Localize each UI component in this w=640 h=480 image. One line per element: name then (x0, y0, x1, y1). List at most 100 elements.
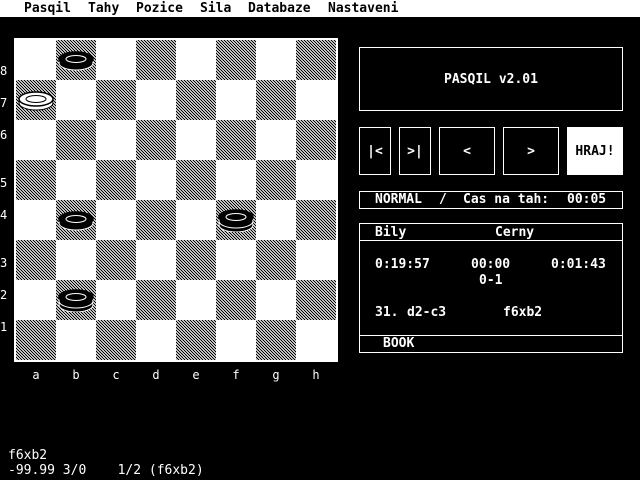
king-black-f4[interactable] (217, 208, 255, 233)
square-e6[interactable] (176, 120, 216, 160)
square-e2[interactable] (176, 280, 216, 320)
square-h8[interactable] (296, 40, 336, 80)
last-move-button[interactable]: >| (399, 127, 431, 175)
square-c3[interactable] (96, 240, 136, 280)
square-f5[interactable] (216, 160, 256, 200)
square-b5[interactable] (56, 160, 96, 200)
checkers-board[interactable] (14, 38, 338, 362)
move-clock: 00:00 (471, 257, 511, 272)
square-e7[interactable] (176, 80, 216, 120)
menu-databaze[interactable]: Databaze (248, 0, 311, 17)
square-h6[interactable] (296, 120, 336, 160)
square-d5[interactable] (136, 160, 176, 200)
square-g1[interactable] (256, 320, 296, 360)
white-player-label: Bily (375, 225, 407, 240)
square-h2[interactable] (296, 280, 336, 320)
rank-label-1: 1 (0, 320, 8, 334)
king-black-b2[interactable] (57, 288, 95, 313)
square-e3[interactable] (176, 240, 216, 280)
square-d1[interactable] (136, 320, 176, 360)
menu-pasqil[interactable]: Pasqil (24, 0, 71, 17)
evaluation-readout: -99.99 3/0 1/2 (f6xb2) (8, 463, 204, 478)
square-f6[interactable] (216, 120, 256, 160)
menu-pozice[interactable]: Pozice (136, 0, 183, 17)
man-black-b4[interactable] (57, 208, 95, 232)
square-f7[interactable] (216, 80, 256, 120)
square-c1[interactable] (96, 320, 136, 360)
rank-label-6: 6 (0, 128, 8, 142)
square-a1[interactable] (16, 320, 56, 360)
square-h1[interactable] (296, 320, 336, 360)
square-d7[interactable] (136, 80, 176, 120)
square-a5[interactable] (16, 160, 56, 200)
square-h7[interactable] (296, 80, 336, 120)
square-g4[interactable] (256, 200, 296, 240)
menu-sila[interactable]: Sila (200, 0, 231, 17)
square-e5[interactable] (176, 160, 216, 200)
file-label-a: a (32, 368, 40, 382)
square-h5[interactable] (296, 160, 336, 200)
square-c6[interactable] (96, 120, 136, 160)
square-g6[interactable] (256, 120, 296, 160)
square-c5[interactable] (96, 160, 136, 200)
square-c8[interactable] (96, 40, 136, 80)
square-a4[interactable] (16, 200, 56, 240)
mode-status-bar: NORMAL / Cas na tah: 00:05 (359, 191, 623, 209)
square-g3[interactable] (256, 240, 296, 280)
square-h4[interactable] (296, 200, 336, 240)
status-separator: / (439, 192, 447, 207)
square-d8[interactable] (136, 40, 176, 80)
square-a6[interactable] (16, 120, 56, 160)
square-h3[interactable] (296, 240, 336, 280)
previous-move-button[interactable]: < (439, 127, 495, 175)
square-f2[interactable] (216, 280, 256, 320)
square-b6[interactable] (56, 120, 96, 160)
black-last-move: f6xb2 (503, 305, 543, 320)
square-b1[interactable] (56, 320, 96, 360)
square-d3[interactable] (136, 240, 176, 280)
square-b3[interactable] (56, 240, 96, 280)
square-c2[interactable] (96, 280, 136, 320)
rank-label-5: 5 (0, 176, 8, 190)
file-label-d: d (152, 368, 160, 382)
header-divider (360, 240, 622, 241)
time-per-move-value: 00:05 (567, 192, 607, 207)
square-b7[interactable] (56, 80, 96, 120)
next-move-button[interactable]: > (503, 127, 559, 175)
file-label-b: b (72, 368, 80, 382)
file-label-f: f (232, 368, 240, 382)
first-move-button[interactable]: |< (359, 127, 391, 175)
rank-label-3: 3 (0, 256, 8, 270)
square-c4[interactable] (96, 200, 136, 240)
app-window: Pasqil Tahy Pozice Sila Databaze Nastave… (0, 0, 640, 480)
time-per-move-label: Cas na tah: (463, 192, 550, 207)
program-title: PASQIL v2.01 (444, 71, 538, 87)
square-d2[interactable] (136, 280, 176, 320)
menu-nastaveni[interactable]: Nastaveni (328, 0, 398, 17)
square-e1[interactable] (176, 320, 216, 360)
square-a3[interactable] (16, 240, 56, 280)
book-indicator: BOOK (383, 336, 415, 351)
square-e4[interactable] (176, 200, 216, 240)
square-f3[interactable] (216, 240, 256, 280)
square-g7[interactable] (256, 80, 296, 120)
square-g5[interactable] (256, 160, 296, 200)
file-label-g: g (272, 368, 280, 382)
square-f1[interactable] (216, 320, 256, 360)
rank-label-4: 4 (0, 208, 8, 222)
square-d6[interactable] (136, 120, 176, 160)
man-black-b8[interactable] (57, 48, 95, 72)
square-g8[interactable] (256, 40, 296, 80)
square-a8[interactable] (16, 40, 56, 80)
square-d4[interactable] (136, 200, 176, 240)
square-g2[interactable] (256, 280, 296, 320)
menu-tahy[interactable]: Tahy (88, 0, 119, 17)
file-label-e: e (192, 368, 200, 382)
man-white-a7[interactable] (17, 88, 55, 112)
square-c7[interactable] (96, 80, 136, 120)
mode-label: NORMAL (375, 192, 422, 207)
square-f8[interactable] (216, 40, 256, 80)
square-e8[interactable] (176, 40, 216, 80)
play-button[interactable]: HRAJ! (567, 127, 623, 175)
square-a2[interactable] (16, 280, 56, 320)
